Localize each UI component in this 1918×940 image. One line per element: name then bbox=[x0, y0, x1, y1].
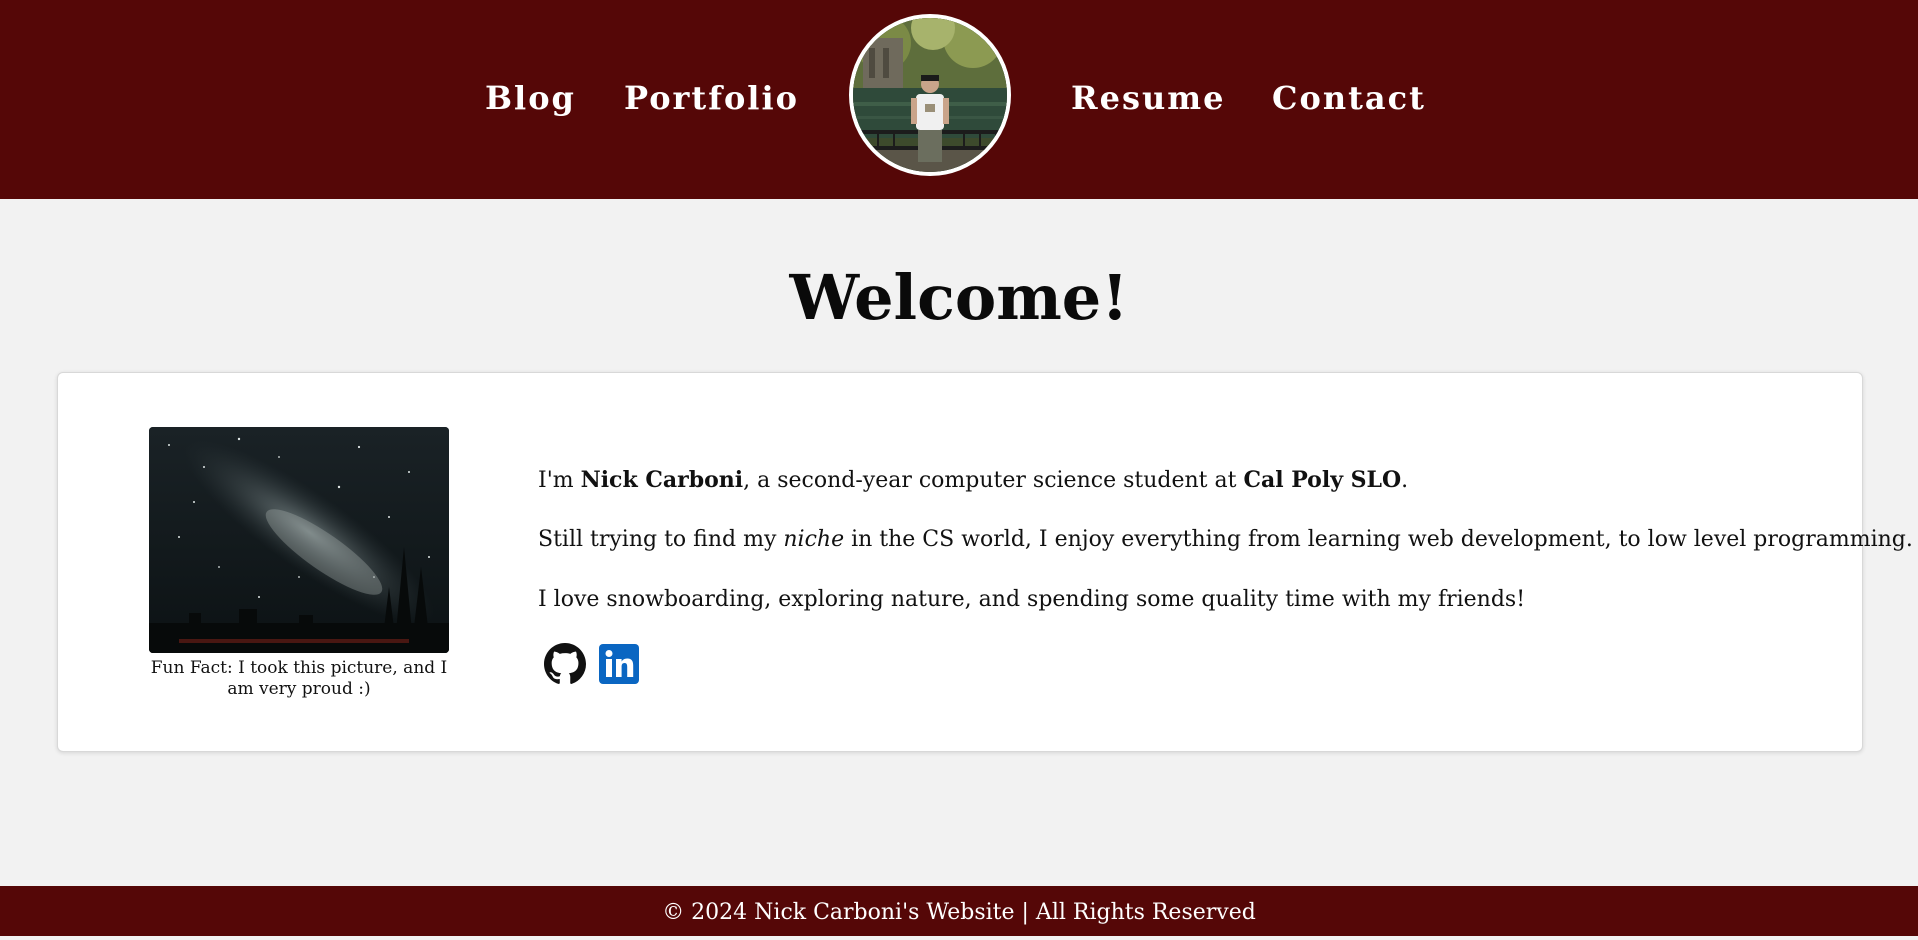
author-name: Nick Carboni bbox=[580, 467, 744, 493]
site-header: Blog Portfolio Resume Contact bbox=[0, 0, 1918, 199]
bio-emphasis: niche bbox=[783, 527, 845, 552]
social-links bbox=[544, 643, 640, 687]
profile-avatar[interactable] bbox=[849, 14, 1011, 176]
nav-resume-link[interactable]: Resume bbox=[1071, 76, 1225, 120]
bio-line-hobbies: I love snowboarding, exploring nature, a… bbox=[538, 587, 1526, 612]
linkedin-link[interactable] bbox=[598, 643, 640, 685]
milky-way-photo bbox=[149, 427, 449, 653]
nav-blog-link[interactable]: Blog bbox=[485, 76, 576, 120]
bio-interests-prefix: Still trying to find my bbox=[538, 527, 784, 552]
page-title: Welcome! bbox=[789, 261, 1129, 334]
github-link[interactable] bbox=[544, 643, 586, 685]
site-footer: © 2024 Nick Carboni's Website | All Righ… bbox=[0, 886, 1918, 936]
profile-photo-illustration bbox=[853, 18, 1007, 172]
bio-line-interests: Still trying to find my niche in the CS … bbox=[538, 525, 1913, 585]
bio-intro-suffix: . bbox=[1401, 468, 1409, 493]
nav-portfolio-link[interactable]: Portfolio bbox=[624, 76, 799, 120]
github-icon bbox=[544, 643, 586, 684]
linkedin-icon bbox=[599, 644, 639, 684]
bio-interests-suffix: in the CS world, I enjoy everything from… bbox=[844, 527, 1913, 552]
bio-text: I'm Nick Carboni, a second-year computer… bbox=[538, 465, 1913, 645]
milky-way-illustration bbox=[149, 427, 449, 653]
bio-line-intro: I'm Nick Carboni, a second-year computer… bbox=[538, 465, 1858, 525]
bio-intro-middle: , a second-year computer science student… bbox=[743, 468, 1244, 493]
nav-contact-link[interactable]: Contact bbox=[1272, 76, 1426, 120]
school-name: Cal Poly SLO bbox=[1243, 467, 1402, 493]
bio-intro-prefix: I'm bbox=[538, 468, 581, 493]
photo-caption: Fun Fact: I took this picture, and I am … bbox=[150, 658, 448, 699]
intro-card: Fun Fact: I took this picture, and I am … bbox=[57, 372, 1913, 752]
